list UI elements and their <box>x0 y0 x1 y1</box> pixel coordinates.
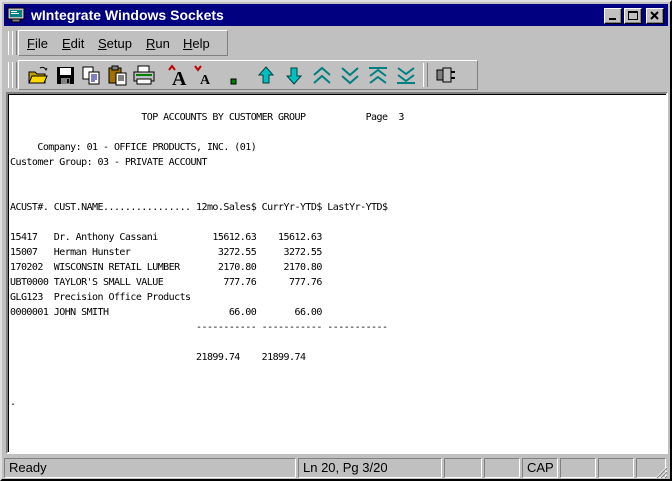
status-panel-empty-4 <box>598 458 634 478</box>
scroll-up-icon <box>257 66 275 84</box>
menu-edit[interactable]: Edit <box>62 36 84 51</box>
svg-text:A: A <box>200 73 211 86</box>
copy-icon <box>82 66 100 85</box>
scroll-down-icon <box>285 67 303 85</box>
open-button[interactable] <box>25 63 51 87</box>
status-caps: CAP <box>522 458 558 478</box>
close-button[interactable] <box>646 8 664 24</box>
menu-edit-label: dit <box>70 36 85 51</box>
maximize-icon <box>628 11 638 20</box>
small-font-icon <box>230 78 237 85</box>
menu-setup-mnemonic: S <box>98 36 107 51</box>
top-button[interactable] <box>365 63 391 87</box>
menu-grip-2[interactable] <box>12 31 17 55</box>
report-text: TOP ACCOUNTS BY CUSTOMER GROUP Page 3 Co… <box>10 112 404 408</box>
app-window: wIntegrate Windows Sockets File Edit Set… <box>0 0 672 481</box>
bottom-icon <box>397 67 415 84</box>
menu-run-label: un <box>155 36 170 51</box>
status-panel-empty-2 <box>484 458 520 478</box>
status-panel-empty-3 <box>560 458 596 478</box>
minimize-button[interactable] <box>604 8 622 24</box>
status-position: Ln 20, Pg 3/20 <box>298 458 442 478</box>
page-up-icon <box>313 66 331 84</box>
minimize-icon <box>609 18 616 20</box>
app-terminal-icon <box>7 7 25 23</box>
menu-bar: File Edit Setup Run Help <box>18 30 228 56</box>
toolbar: A A <box>18 60 478 90</box>
bottom-button[interactable] <box>393 63 419 87</box>
menu-help-label: elp <box>192 36 210 51</box>
close-icon <box>650 11 659 20</box>
scroll-up-button[interactable] <box>253 63 279 87</box>
font-larger-button[interactable]: A <box>165 63 191 87</box>
paste-button[interactable] <box>105 63 131 87</box>
menu-file-mnemonic: F <box>27 36 35 51</box>
toolbar-grip-2[interactable] <box>12 62 17 88</box>
menu-file-label: ile <box>34 36 48 51</box>
menu-edit-mnemonic: E <box>62 36 71 51</box>
menu-file[interactable]: File <box>27 36 48 51</box>
open-folder-icon <box>28 66 48 84</box>
menu-run-mnemonic: R <box>146 36 156 51</box>
font-larger-icon: A <box>168 64 187 86</box>
paste-icon <box>108 65 127 86</box>
menu-help[interactable]: Help <box>183 36 210 51</box>
status-panel-empty-1 <box>444 458 482 478</box>
print-button[interactable] <box>131 63 157 87</box>
save-icon <box>57 67 74 84</box>
page-down-icon <box>341 67 359 85</box>
svg-text:A: A <box>172 68 187 86</box>
menu-bar-row: File Edit Setup Run Help <box>4 28 668 58</box>
connect-button[interactable] <box>433 63 459 87</box>
page-up-button[interactable] <box>309 63 335 87</box>
maximize-button[interactable] <box>624 8 642 24</box>
connect-plug-icon <box>436 67 455 83</box>
title-bar[interactable]: wIntegrate Windows Sockets <box>4 4 668 26</box>
scroll-down-button[interactable] <box>281 63 307 87</box>
font-smaller-button[interactable]: A <box>191 63 217 87</box>
small-font-button[interactable] <box>219 63 245 87</box>
print-icon <box>133 65 155 85</box>
copy-button[interactable] <box>79 63 105 87</box>
resize-grip-icon[interactable] <box>654 465 668 479</box>
menu-run[interactable]: Run <box>146 36 170 51</box>
terminal-screen[interactable]: TOP ACCOUNTS BY CUSTOMER GROUP Page 3 Co… <box>6 92 668 454</box>
status-bar: Ready Ln 20, Pg 3/20 CAP <box>4 457 668 479</box>
save-button[interactable] <box>53 63 79 87</box>
top-icon <box>369 67 387 84</box>
window-title: wIntegrate Windows Sockets <box>31 7 224 23</box>
menu-help-mnemonic: H <box>183 36 193 51</box>
menu-setup-label: etup <box>106 36 132 51</box>
font-smaller-icon: A <box>194 65 211 86</box>
status-state: Ready <box>4 458 296 478</box>
page-down-button[interactable] <box>337 63 363 87</box>
toolbar-separator <box>423 63 428 87</box>
menu-setup[interactable]: Setup <box>98 36 132 51</box>
toolbar-row: A A <box>4 59 668 91</box>
